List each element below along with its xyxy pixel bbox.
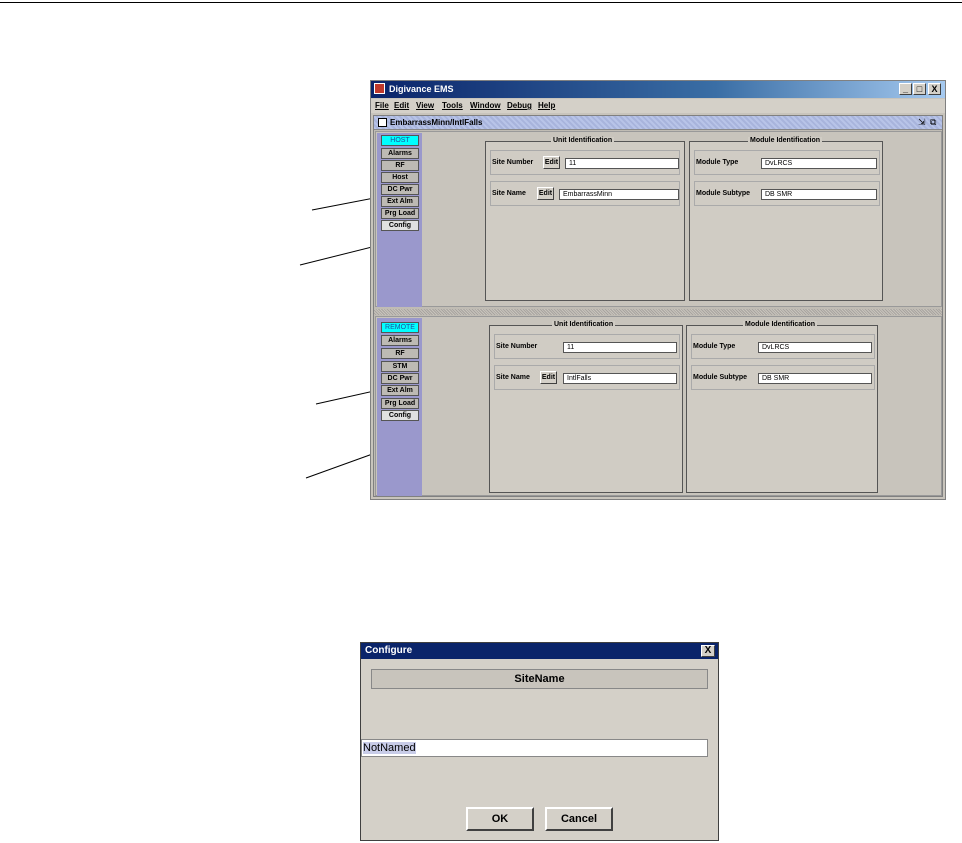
- group-title: Unit Identification: [552, 321, 616, 328]
- internal-frame-titlebar[interactable]: EmbarrassMinn/IntlFalls ⇲ ⧉: [374, 116, 942, 130]
- host-site-number-field[interactable]: 11: [565, 158, 679, 169]
- site-name-label: Site Name: [496, 374, 530, 381]
- host-site-name-edit-button[interactable]: Edit: [537, 187, 554, 200]
- internal-frame-title: EmbarrassMinn/IntlFalls: [390, 118, 483, 127]
- host-nav-dc-pwr[interactable]: DC Pwr: [381, 184, 419, 195]
- minimize-button[interactable]: _: [899, 83, 912, 95]
- close-button[interactable]: X: [928, 83, 941, 95]
- host-site-name-field[interactable]: EmbarrassMinn: [559, 189, 679, 200]
- module-subtype-label: Module Subtype: [696, 190, 751, 197]
- host-site-number-row: Site Number Edit 11: [490, 150, 680, 175]
- host-sidebar: HOST Alarms RF Host DC Pwr Ext Alm Prg L…: [377, 133, 422, 307]
- remote-module-subtype-row: Module Subtype DB SMR: [691, 365, 875, 390]
- dialog-title: Configure: [365, 645, 413, 656]
- remote-nav-alarms[interactable]: Alarms: [381, 335, 419, 346]
- group-title: Unit Identification: [551, 137, 615, 144]
- menu-window[interactable]: Window: [470, 101, 501, 110]
- remote-module-subtype-field[interactable]: DB SMR: [758, 373, 872, 384]
- dialog-titlebar[interactable]: Configure X: [361, 643, 718, 659]
- ok-button[interactable]: OK: [466, 807, 534, 831]
- menu-bar: File Edit View Tools Window Debug Help: [371, 99, 945, 113]
- module-subtype-label: Module Subtype: [693, 374, 748, 381]
- host-module-type-field[interactable]: DvLRCS: [761, 158, 877, 169]
- site-number-label: Site Number: [492, 159, 534, 166]
- host-pane: HOST Alarms RF Host DC Pwr Ext Alm Prg L…: [375, 131, 942, 307]
- remote-nav-stm[interactable]: STM: [381, 361, 419, 372]
- remote-site-number-row: Site Number 11: [494, 334, 680, 359]
- module-type-label: Module Type: [693, 343, 736, 350]
- window-titlebar[interactable]: Digivance EMS _ □ X: [371, 81, 945, 98]
- host-site-name-row: Site Name Edit EmbarrassMinn: [490, 181, 680, 206]
- window-title: Digivance EMS: [389, 84, 454, 94]
- remote-unit-identification: Unit Identification Site Number 11 Site …: [489, 321, 683, 493]
- remote-pane: REMOTE Alarms RF STM DC Pwr Ext Alm Prg …: [375, 316, 942, 496]
- module-type-label: Module Type: [696, 159, 739, 166]
- site-name-input-value: NotNamed: [363, 742, 416, 754]
- menu-edit[interactable]: Edit: [394, 101, 409, 110]
- remote-module-identification: Module Identification Module Type DvLRCS…: [686, 321, 878, 493]
- iconify-icon[interactable]: ⇲: [918, 117, 926, 128]
- host-nav-prg-load[interactable]: Prg Load: [381, 208, 419, 219]
- site-name-input[interactable]: NotNamed: [361, 739, 708, 757]
- remote-site-name-row: Site Name Edit IntlFalls: [494, 365, 680, 390]
- maximize-button[interactable]: □: [913, 83, 926, 95]
- remote-nav-rf[interactable]: RF: [381, 348, 419, 359]
- dialog-header: SiteName: [371, 669, 708, 689]
- group-title: Module Identification: [748, 137, 822, 144]
- host-module-subtype-field[interactable]: DB SMR: [761, 189, 877, 200]
- host-module-subtype-row: Module Subtype DB SMR: [694, 181, 880, 206]
- restore-icon[interactable]: ⧉: [930, 117, 936, 128]
- remote-module-type-field[interactable]: DvLRCS: [758, 342, 872, 353]
- host-module-identification: Module Identification Module Type DvLRCS…: [689, 137, 883, 301]
- remote-site-number-field[interactable]: 11: [563, 342, 677, 353]
- menu-tools[interactable]: Tools: [442, 101, 463, 110]
- host-nav-alarms[interactable]: Alarms: [381, 148, 419, 159]
- frame-icon: [378, 118, 387, 127]
- configure-dialog: Configure X SiteName NotNamed OK Cancel: [360, 642, 719, 841]
- site-number-label: Site Number: [496, 343, 538, 350]
- host-nav-host[interactable]: Host: [381, 172, 419, 183]
- menu-view[interactable]: View: [416, 101, 434, 110]
- remote-sidebar: REMOTE Alarms RF STM DC Pwr Ext Alm Prg …: [377, 318, 422, 496]
- app-icon: [374, 83, 385, 94]
- menu-debug[interactable]: Debug: [507, 101, 532, 110]
- remote-nav-prg-load[interactable]: Prg Load: [381, 398, 419, 409]
- cancel-button[interactable]: Cancel: [545, 807, 613, 831]
- split-divider[interactable]: [374, 309, 942, 315]
- host-unit-identification: Unit Identification Site Number Edit 11 …: [485, 137, 685, 301]
- group-title: Module Identification: [743, 321, 817, 328]
- site-name-label: Site Name: [492, 190, 526, 197]
- ems-window: Digivance EMS _ □ X File Edit View Tools…: [370, 80, 946, 500]
- menu-help[interactable]: Help: [538, 101, 555, 110]
- remote-site-name-field[interactable]: IntlFalls: [563, 373, 677, 384]
- menu-file[interactable]: File: [375, 101, 389, 110]
- host-header: HOST: [381, 135, 419, 146]
- remote-nav-ext-alm[interactable]: Ext Alm: [381, 385, 419, 396]
- host-module-type-row: Module Type DvLRCS: [694, 150, 880, 175]
- remote-nav-dc-pwr[interactable]: DC Pwr: [381, 373, 419, 384]
- host-nav-config[interactable]: Config: [381, 220, 419, 231]
- remote-nav-config[interactable]: Config: [381, 410, 419, 421]
- host-nav-ext-alm[interactable]: Ext Alm: [381, 196, 419, 207]
- remote-site-name-edit-button[interactable]: Edit: [540, 371, 557, 384]
- host-nav-rf[interactable]: RF: [381, 160, 419, 171]
- host-site-number-edit-button[interactable]: Edit: [543, 156, 560, 169]
- internal-frame: EmbarrassMinn/IntlFalls ⇲ ⧉ HOST Alarms …: [373, 115, 943, 497]
- remote-module-type-row: Module Type DvLRCS: [691, 334, 875, 359]
- remote-header: REMOTE: [381, 322, 419, 333]
- dialog-close-button[interactable]: X: [701, 645, 715, 657]
